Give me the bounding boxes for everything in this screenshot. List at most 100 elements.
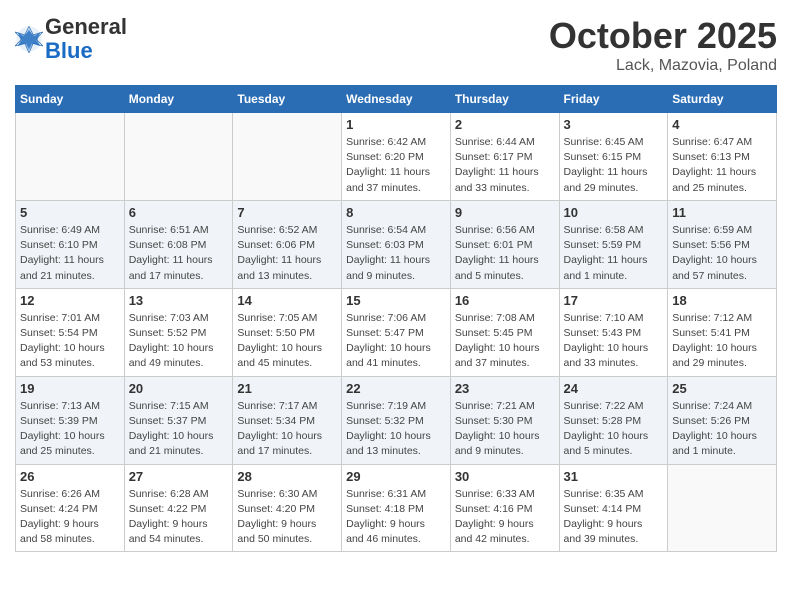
day-number: 8 bbox=[346, 205, 446, 220]
day-info: Sunrise: 7:17 AM Sunset: 5:34 PM Dayligh… bbox=[237, 399, 337, 460]
day-info: Sunrise: 6:42 AM Sunset: 6:20 PM Dayligh… bbox=[346, 135, 446, 196]
month-title: October 2025 bbox=[549, 15, 777, 57]
calendar-week-row: 1 Sunrise: 6:42 AM Sunset: 6:20 PM Daylig… bbox=[16, 113, 777, 201]
day-info: Sunrise: 7:03 AM Sunset: 5:52 PM Dayligh… bbox=[129, 311, 229, 372]
calendar-cell: 4 Sunrise: 6:47 AM Sunset: 6:13 PM Daylig… bbox=[668, 113, 777, 201]
day-info: Sunrise: 6:45 AM Sunset: 6:15 PM Dayligh… bbox=[564, 135, 664, 196]
day-info: Sunrise: 6:33 AM Sunset: 4:16 PM Dayligh… bbox=[455, 487, 555, 548]
day-number: 4 bbox=[672, 117, 772, 132]
day-info: Sunrise: 6:52 AM Sunset: 6:06 PM Dayligh… bbox=[237, 223, 337, 284]
day-number: 9 bbox=[455, 205, 555, 220]
calendar-cell: 30 Sunrise: 6:33 AM Sunset: 4:16 PM Dayli… bbox=[450, 464, 559, 552]
day-number: 16 bbox=[455, 293, 555, 308]
calendar-cell: 1 Sunrise: 6:42 AM Sunset: 6:20 PM Daylig… bbox=[342, 113, 451, 201]
day-info: Sunrise: 7:19 AM Sunset: 5:32 PM Dayligh… bbox=[346, 399, 446, 460]
day-number: 3 bbox=[564, 117, 664, 132]
day-number: 27 bbox=[129, 469, 229, 484]
day-number: 20 bbox=[129, 381, 229, 396]
calendar-cell: 15 Sunrise: 7:06 AM Sunset: 5:47 PM Dayli… bbox=[342, 288, 451, 376]
day-info: Sunrise: 7:24 AM Sunset: 5:26 PM Dayligh… bbox=[672, 399, 772, 460]
calendar-cell: 11 Sunrise: 6:59 AM Sunset: 5:56 PM Dayli… bbox=[668, 200, 777, 288]
calendar-week-row: 5Sunrise: 6:49 AM Sunset: 6:10 PM Daylig… bbox=[16, 200, 777, 288]
weekday-header: Saturday bbox=[668, 86, 777, 113]
day-number: 21 bbox=[237, 381, 337, 396]
calendar-cell: 28Sunrise: 6:30 AM Sunset: 4:20 PM Dayli… bbox=[233, 464, 342, 552]
logo: General Blue bbox=[15, 15, 127, 63]
calendar-cell bbox=[124, 113, 233, 201]
day-number: 5 bbox=[20, 205, 120, 220]
day-number: 26 bbox=[20, 469, 120, 484]
logo-icon bbox=[15, 25, 43, 53]
day-info: Sunrise: 6:28 AM Sunset: 4:22 PM Dayligh… bbox=[129, 487, 229, 548]
day-info: Sunrise: 7:06 AM Sunset: 5:47 PM Dayligh… bbox=[346, 311, 446, 372]
calendar-cell: 29Sunrise: 6:31 AM Sunset: 4:18 PM Dayli… bbox=[342, 464, 451, 552]
calendar-cell: 22 Sunrise: 7:19 AM Sunset: 5:32 PM Dayli… bbox=[342, 376, 451, 464]
calendar-cell: 24Sunrise: 7:22 AM Sunset: 5:28 PM Dayli… bbox=[559, 376, 668, 464]
calendar-cell: 31 Sunrise: 6:35 AM Sunset: 4:14 PM Dayli… bbox=[559, 464, 668, 552]
weekday-header: Friday bbox=[559, 86, 668, 113]
calendar-cell: 17 Sunrise: 7:10 AM Sunset: 5:43 PM Dayli… bbox=[559, 288, 668, 376]
calendar-cell: 3 Sunrise: 6:45 AM Sunset: 6:15 PM Daylig… bbox=[559, 113, 668, 201]
calendar-cell: 19 Sunrise: 7:13 AM Sunset: 5:39 PM Dayli… bbox=[16, 376, 125, 464]
day-number: 19 bbox=[20, 381, 120, 396]
calendar-cell bbox=[668, 464, 777, 552]
day-info: Sunrise: 7:12 AM Sunset: 5:41 PM Dayligh… bbox=[672, 311, 772, 372]
day-number: 23 bbox=[455, 381, 555, 396]
title-block: October 2025 Lack, Mazovia, Poland bbox=[549, 15, 777, 75]
weekday-header: Sunday bbox=[16, 86, 125, 113]
calendar-cell: 27 Sunrise: 6:28 AM Sunset: 4:22 PM Dayli… bbox=[124, 464, 233, 552]
calendar-cell bbox=[16, 113, 125, 201]
calendar-week-row: 19 Sunrise: 7:13 AM Sunset: 5:39 PM Dayli… bbox=[16, 376, 777, 464]
day-info: Sunrise: 6:44 AM Sunset: 6:17 PM Dayligh… bbox=[455, 135, 555, 196]
day-info: Sunrise: 7:05 AM Sunset: 5:50 PM Dayligh… bbox=[237, 311, 337, 372]
logo-blue-text: Blue bbox=[45, 38, 93, 63]
day-number: 2 bbox=[455, 117, 555, 132]
calendar-cell: 25 Sunrise: 7:24 AM Sunset: 5:26 PM Dayli… bbox=[668, 376, 777, 464]
calendar-cell: 20Sunrise: 7:15 AM Sunset: 5:37 PM Dayli… bbox=[124, 376, 233, 464]
day-number: 25 bbox=[672, 381, 772, 396]
weekday-header: Thursday bbox=[450, 86, 559, 113]
day-number: 12 bbox=[20, 293, 120, 308]
calendar-week-row: 26 Sunrise: 6:26 AM Sunset: 4:24 PM Dayli… bbox=[16, 464, 777, 552]
calendar-cell: 18Sunrise: 7:12 AM Sunset: 5:41 PM Dayli… bbox=[668, 288, 777, 376]
day-info: Sunrise: 7:10 AM Sunset: 5:43 PM Dayligh… bbox=[564, 311, 664, 372]
calendar-cell: 9 Sunrise: 6:56 AM Sunset: 6:01 PM Daylig… bbox=[450, 200, 559, 288]
day-info: Sunrise: 6:26 AM Sunset: 4:24 PM Dayligh… bbox=[20, 487, 120, 548]
day-number: 15 bbox=[346, 293, 446, 308]
calendar-cell: 5Sunrise: 6:49 AM Sunset: 6:10 PM Daylig… bbox=[16, 200, 125, 288]
calendar-cell: 14 Sunrise: 7:05 AM Sunset: 5:50 PM Dayli… bbox=[233, 288, 342, 376]
day-number: 28 bbox=[237, 469, 337, 484]
day-info: Sunrise: 6:47 AM Sunset: 6:13 PM Dayligh… bbox=[672, 135, 772, 196]
day-info: Sunrise: 6:54 AM Sunset: 6:03 PM Dayligh… bbox=[346, 223, 446, 284]
day-number: 7 bbox=[237, 205, 337, 220]
day-number: 30 bbox=[455, 469, 555, 484]
day-number: 13 bbox=[129, 293, 229, 308]
day-number: 14 bbox=[237, 293, 337, 308]
day-number: 17 bbox=[564, 293, 664, 308]
logo-general-text: General bbox=[45, 14, 127, 39]
calendar-cell: 12 Sunrise: 7:01 AM Sunset: 5:54 PM Dayli… bbox=[16, 288, 125, 376]
day-info: Sunrise: 7:01 AM Sunset: 5:54 PM Dayligh… bbox=[20, 311, 120, 372]
calendar-cell: 26 Sunrise: 6:26 AM Sunset: 4:24 PM Dayli… bbox=[16, 464, 125, 552]
day-info: Sunrise: 6:51 AM Sunset: 6:08 PM Dayligh… bbox=[129, 223, 229, 284]
day-info: Sunrise: 6:56 AM Sunset: 6:01 PM Dayligh… bbox=[455, 223, 555, 284]
calendar-cell: 10Sunrise: 6:58 AM Sunset: 5:59 PM Dayli… bbox=[559, 200, 668, 288]
day-number: 31 bbox=[564, 469, 664, 484]
day-info: Sunrise: 6:35 AM Sunset: 4:14 PM Dayligh… bbox=[564, 487, 664, 548]
day-number: 22 bbox=[346, 381, 446, 396]
calendar-table: SundayMondayTuesdayWednesdayThursdayFrid… bbox=[15, 85, 777, 552]
day-number: 10 bbox=[564, 205, 664, 220]
calendar-cell: 6Sunrise: 6:51 AM Sunset: 6:08 PM Daylig… bbox=[124, 200, 233, 288]
day-info: Sunrise: 7:21 AM Sunset: 5:30 PM Dayligh… bbox=[455, 399, 555, 460]
calendar-week-row: 12 Sunrise: 7:01 AM Sunset: 5:54 PM Dayli… bbox=[16, 288, 777, 376]
day-info: Sunrise: 6:59 AM Sunset: 5:56 PM Dayligh… bbox=[672, 223, 772, 284]
page-header: General Blue October 2025 Lack, Mazovia,… bbox=[15, 15, 777, 75]
calendar-header-row: SundayMondayTuesdayWednesdayThursdayFrid… bbox=[16, 86, 777, 113]
calendar-cell: 7 Sunrise: 6:52 AM Sunset: 6:06 PM Daylig… bbox=[233, 200, 342, 288]
location: Lack, Mazovia, Poland bbox=[549, 57, 777, 75]
day-number: 11 bbox=[672, 205, 772, 220]
day-number: 1 bbox=[346, 117, 446, 132]
day-number: 29 bbox=[346, 469, 446, 484]
day-info: Sunrise: 7:13 AM Sunset: 5:39 PM Dayligh… bbox=[20, 399, 120, 460]
day-info: Sunrise: 7:22 AM Sunset: 5:28 PM Dayligh… bbox=[564, 399, 664, 460]
